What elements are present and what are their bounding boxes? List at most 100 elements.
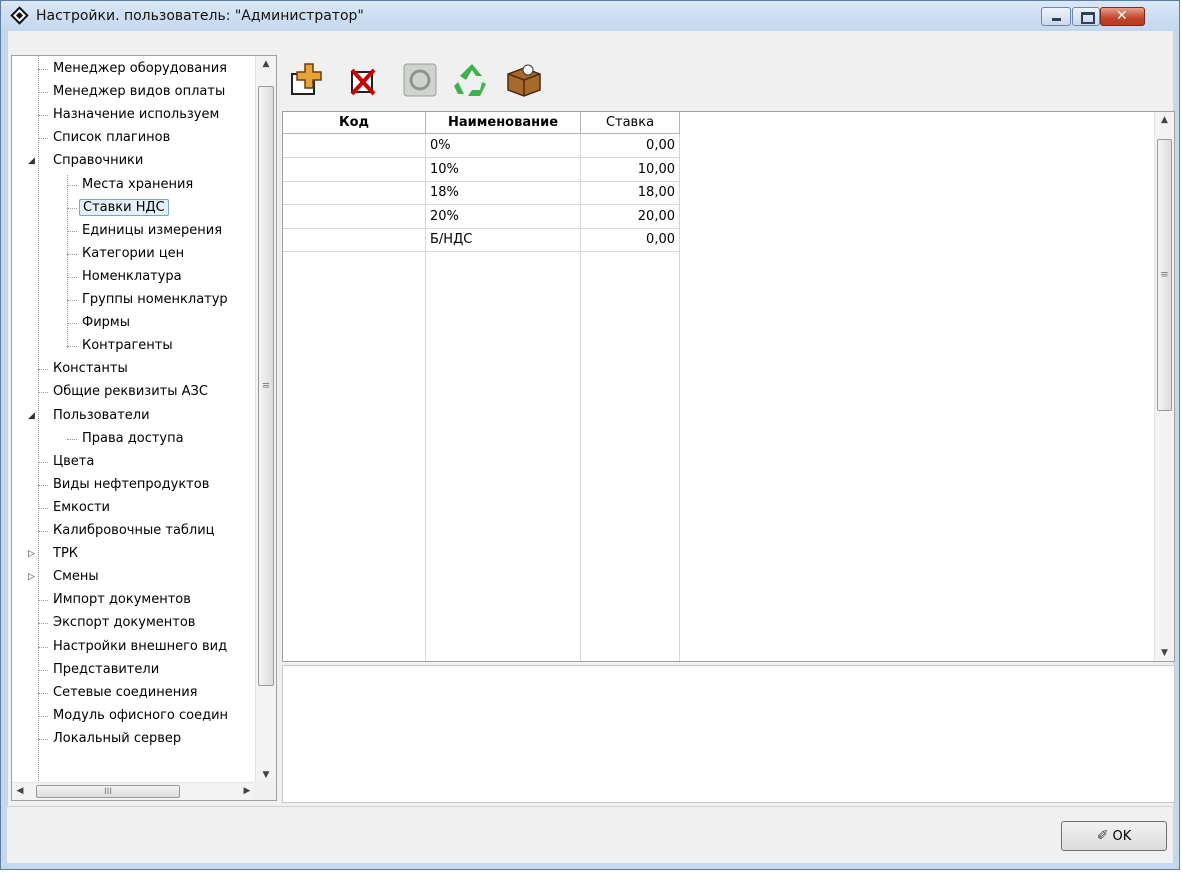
tree-item[interactable]: Группы номенклатур xyxy=(67,290,231,310)
tree-item-label: Категории цен xyxy=(82,245,185,261)
scroll-up-icon[interactable]: ▲ xyxy=(256,56,276,72)
table-row[interactable]: 20% 20,00 xyxy=(283,206,680,229)
edit-button[interactable] xyxy=(400,60,442,104)
tree-item-label: Локальный сервер xyxy=(53,730,182,746)
title-bar[interactable]: Настройки. пользователь: "Администратор" xyxy=(1,1,1179,31)
tree-connector xyxy=(38,738,48,740)
maximize-button[interactable] xyxy=(1072,7,1100,26)
grid-vertical-scrollbar[interactable]: ▲ ≡ ▼ xyxy=(1154,112,1174,661)
tree-guide-line xyxy=(67,174,68,348)
tree-item[interactable]: Настройки внешнего вид xyxy=(38,637,230,657)
tree-connector xyxy=(38,600,48,602)
tree-item[interactable]: Калибровочные таблиц xyxy=(38,521,218,541)
column-header-rate[interactable]: Ставка xyxy=(581,112,680,134)
cell-name: 10% xyxy=(430,161,459,177)
table-row[interactable]: 18% 18,00 xyxy=(283,182,680,205)
expand-icon[interactable]: ▷ xyxy=(28,567,38,587)
tree-item[interactable]: ◢ Пользователи xyxy=(28,406,153,426)
box-button[interactable] xyxy=(504,60,546,104)
bottom-bar xyxy=(7,806,1172,863)
tree-connector xyxy=(67,323,77,325)
tree-item[interactable]: Сетевые соединения xyxy=(38,683,201,703)
tree-connector xyxy=(38,115,48,117)
tree-scroll-thumb[interactable]: ≡ xyxy=(258,86,274,686)
tree-item-label: Калибровочные таблиц xyxy=(53,523,215,538)
tree-item[interactable]: Константы xyxy=(38,359,131,379)
delete-button[interactable] xyxy=(344,60,386,104)
tree-connector xyxy=(38,531,48,532)
tree-item[interactable]: Экспорт документов xyxy=(38,613,198,633)
tree-horizontal-scrollbar[interactable]: ◀ III ▶ xyxy=(12,782,255,800)
refresh-button[interactable] xyxy=(452,60,494,104)
tree-item[interactable]: ▷ Смены xyxy=(28,567,102,587)
tree-connector xyxy=(67,276,77,278)
tree-connector xyxy=(38,69,48,70)
tree-item[interactable]: Контрагенты xyxy=(67,336,176,356)
tree-item[interactable]: Номенклатура xyxy=(67,267,185,287)
scroll-left-icon[interactable]: ◀ xyxy=(12,783,28,799)
tree-item-label: Номенклатура xyxy=(82,268,182,284)
cell-code xyxy=(287,206,421,228)
tree-item[interactable]: Локальный сервер xyxy=(38,729,184,749)
app-icon xyxy=(10,6,29,25)
close-button[interactable] xyxy=(1100,7,1145,26)
cell-rate: 0,00 xyxy=(646,232,675,247)
tree-item[interactable]: ◢ Справочники xyxy=(28,151,146,171)
minimize-button[interactable] xyxy=(1041,7,1071,26)
tree-item-label: Емкости xyxy=(53,499,110,515)
grid-scroll-thumb[interactable]: ≡ xyxy=(1157,139,1172,411)
ok-button[interactable]: ✐ OK xyxy=(1061,821,1167,851)
tree-item[interactable]: Менеджер оборудования xyxy=(38,59,230,79)
tree-item[interactable]: Категории цен xyxy=(67,244,187,264)
tree-item[interactable]: Единицы измерения xyxy=(67,221,225,241)
ok-label: OK xyxy=(1112,829,1132,844)
table-row[interactable]: Б/НДС 0,00 xyxy=(283,229,680,252)
settings-tree: Менеджер оборудования Менеджер видов опла… xyxy=(11,55,277,801)
tree-item[interactable]: Места хранения xyxy=(67,175,196,195)
tree-item-label: Сетевые соединения xyxy=(53,684,198,700)
tree-item[interactable]: Модуль офисного соедин xyxy=(38,706,231,726)
window-title: Настройки. пользователь: "Администратор" xyxy=(36,8,364,24)
tree-connector xyxy=(38,461,48,463)
tree-connector xyxy=(38,623,48,625)
collapse-icon[interactable]: ◢ xyxy=(28,151,38,171)
tree-item[interactable]: Назначение используем xyxy=(38,105,222,125)
tree-item[interactable]: Список плагинов xyxy=(38,128,173,148)
tree-vertical-scrollbar[interactable]: ▲ ≡ ▼ xyxy=(255,56,276,783)
tree-item[interactable]: Ставки НДС xyxy=(67,198,169,218)
scroll-down-icon[interactable]: ▼ xyxy=(1155,645,1174,661)
tree-item[interactable]: Фирмы xyxy=(67,313,133,333)
table-row[interactable]: 0% 0,00 xyxy=(283,135,680,158)
add-button[interactable] xyxy=(288,60,330,104)
tree-item-label: Константы xyxy=(53,361,128,377)
cell-rate: 0,00 xyxy=(646,138,675,153)
column-header-code[interactable]: Код xyxy=(283,112,426,134)
tree-item-label: Общие реквизиты АЗС xyxy=(53,384,208,400)
tree-item[interactable]: Представители xyxy=(38,660,162,680)
tree-item[interactable]: Общие реквизиты АЗС xyxy=(38,382,211,402)
tree-item[interactable]: Емкости xyxy=(38,498,113,518)
cell-name: 18% xyxy=(430,185,459,200)
tree-item-label: Права доступа xyxy=(82,430,184,446)
tree-item[interactable]: Импорт документов xyxy=(38,590,194,610)
tree-item-label: ТРК xyxy=(53,546,79,562)
tree-connector xyxy=(38,646,48,648)
expand-icon[interactable]: ▷ xyxy=(28,544,38,564)
toolbar xyxy=(282,60,602,108)
cell-code xyxy=(287,159,421,181)
tree-item[interactable]: Цвета xyxy=(38,452,97,472)
tree-item[interactable]: Виды нефтепродуктов xyxy=(38,475,212,495)
tree-hscroll-thumb[interactable]: III xyxy=(36,785,180,798)
tree-item[interactable]: Права доступа xyxy=(67,429,187,449)
tree-item-label: Фирмы xyxy=(82,315,130,331)
scroll-up-icon[interactable]: ▲ xyxy=(1155,112,1174,128)
column-header-name[interactable]: Наименование xyxy=(426,112,581,134)
tree-item-label: Единицы измерения xyxy=(82,222,223,238)
collapse-icon[interactable]: ◢ xyxy=(28,406,38,426)
scroll-down-icon[interactable]: ▼ xyxy=(256,767,276,783)
tree-item[interactable]: Менеджер видов оплаты xyxy=(38,82,228,102)
tree-item[interactable]: ▷ ТРК xyxy=(28,544,81,564)
table-row[interactable]: 10% 10,00 xyxy=(283,159,680,182)
edit-icon xyxy=(403,63,437,97)
tree-item-label: Места хранения xyxy=(82,176,194,192)
